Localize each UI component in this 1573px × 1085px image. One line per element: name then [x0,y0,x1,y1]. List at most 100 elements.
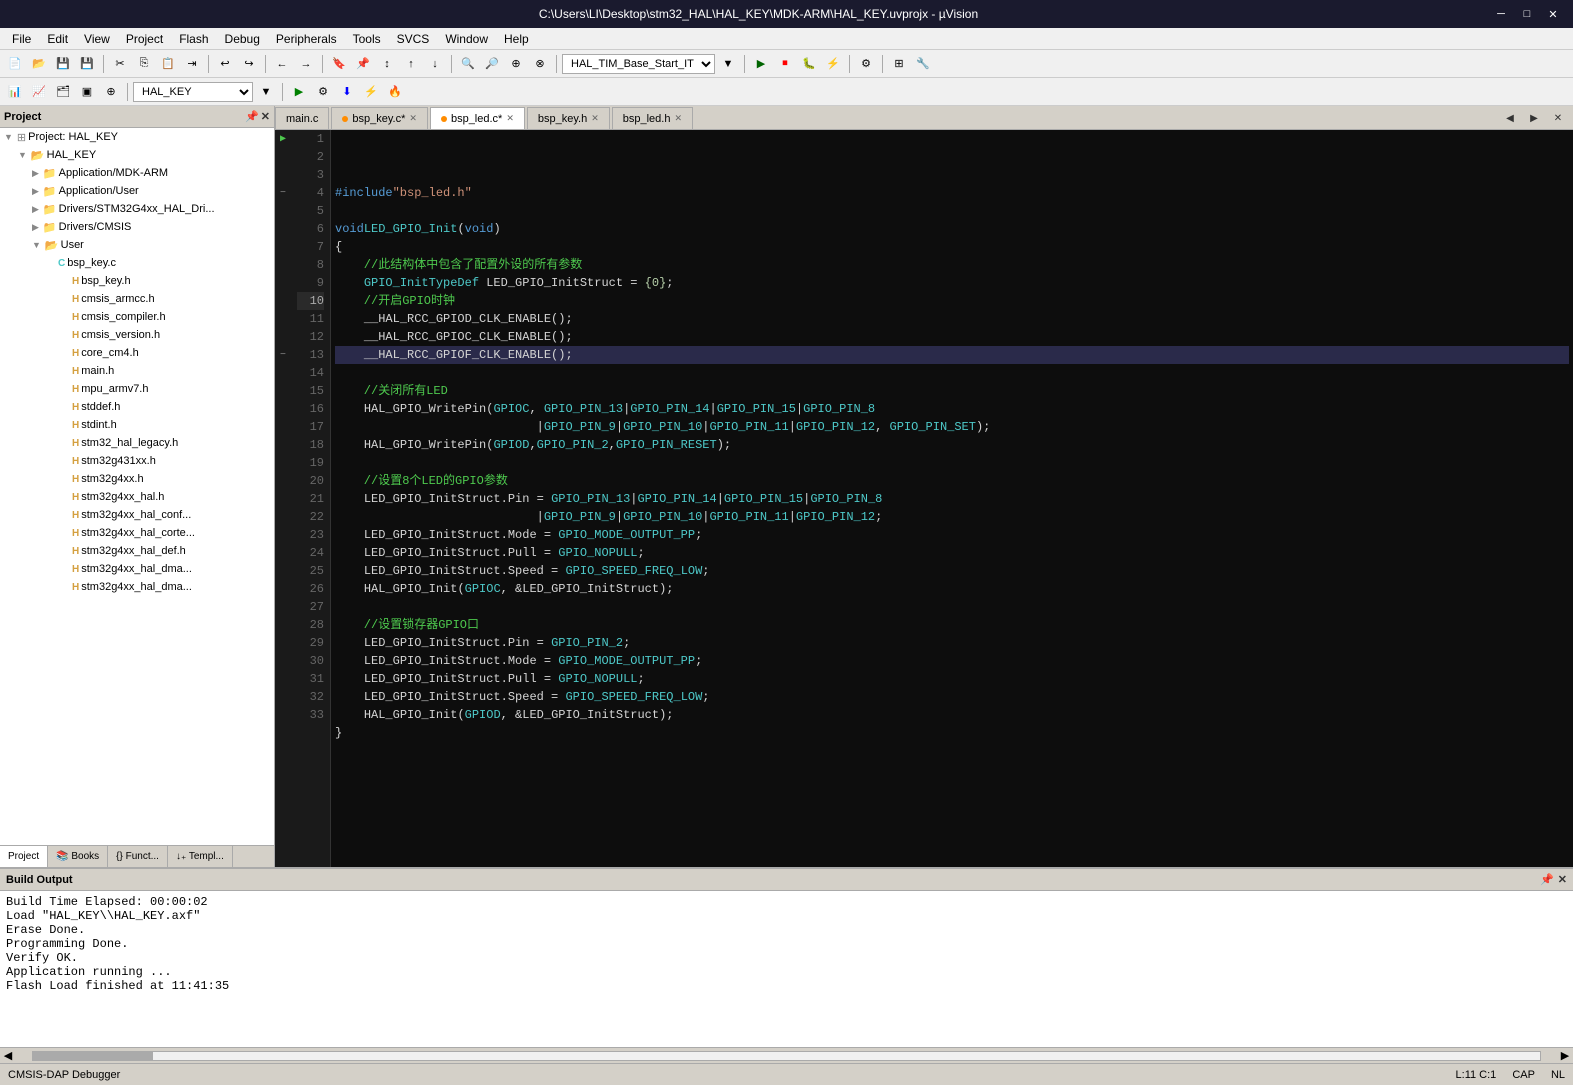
close-button[interactable]: ✕ [1541,4,1565,24]
sidebar-tab-functions[interactable]: {} Funct... [108,846,168,867]
tree-item-bsp-key-h[interactable]: H bsp_key.h [0,272,274,290]
open-btn[interactable]: 📂 [28,53,50,75]
menu-debug[interactable]: Debug [217,28,268,50]
tree-item-stddef-h[interactable]: H stddef.h [0,398,274,416]
tree-item-cmsis-version-h[interactable]: H cmsis_version.h [0,326,274,344]
windows-btn[interactable]: ⊞ [888,53,910,75]
new-file-btn[interactable]: 📄 [4,53,26,75]
tab-main-c[interactable]: main.c [275,107,329,129]
build-pin-icon[interactable]: 📌 [1540,873,1554,886]
stop-btn[interactable]: ⏹ [774,53,796,75]
tree-item-stdint-h[interactable]: H stdint.h [0,416,274,434]
flash-btn[interactable]: ⚡ [822,53,844,75]
find-btn[interactable]: 🔍 [457,53,479,75]
tab-close-all[interactable]: ✕ [1547,107,1569,129]
tab-bsp-led-h-close[interactable]: ✕ [674,113,682,124]
pin-icon[interactable]: 📌 [245,110,259,123]
bookmark4-btn[interactable]: ↑ [400,53,422,75]
cut-btn[interactable]: ✂ [109,53,131,75]
maximize-button[interactable]: □ [1515,4,1539,24]
tree-item-project-root[interactable]: ▼⊞ Project: HAL_KEY [0,128,274,146]
tab-bsp-key-h-close[interactable]: ✕ [591,113,599,124]
save-all-btn[interactable]: 💾 [76,53,98,75]
hscroll-thumb[interactable] [33,1052,153,1060]
tree-item-stm32g4xx-hal-def-h[interactable]: H stm32g4xx_hal_def.h [0,542,274,560]
tab-bsp-led-c[interactable]: bsp_led.c* ✕ [430,107,525,129]
tb2-btn4[interactable]: ▣ [76,81,98,103]
collapse-4[interactable]: − [275,184,291,202]
bookmark-btn[interactable]: 🔖 [328,53,350,75]
tb2-flash2[interactable]: ⚡ [360,81,382,103]
dropdown-arrow[interactable]: ▼ [717,53,739,75]
tree-item-drivers-cmsis[interactable]: ▶📁 Drivers/CMSIS [0,218,274,236]
tb2-run[interactable]: ▶ [288,81,310,103]
menu-help[interactable]: Help [496,28,537,50]
tab-bsp-key-c-close[interactable]: ✕ [409,113,417,124]
sidebar-close-icon[interactable]: ✕ [261,110,270,123]
tab-bsp-key-h[interactable]: bsp_key.h ✕ [527,107,610,129]
find4-btn[interactable]: ⊗ [529,53,551,75]
code-editor[interactable]: ▶ − − 1234567891011121314151617181920212… [275,130,1573,867]
settings-btn[interactable]: ⚙ [855,53,877,75]
tab-scroll-right[interactable]: ▶ [1523,107,1545,129]
menu-project[interactable]: Project [118,28,171,50]
sidebar-tab-books[interactable]: 📚 Books [48,846,108,867]
tb2-compile[interactable]: ⚙ [312,81,334,103]
fwd-btn[interactable]: → [295,53,317,75]
tb2-flash3[interactable]: 🔥 [384,81,406,103]
tree-item-stm32g4xx-hal-dma2-h[interactable]: H stm32g4xx_hal_dma... [0,578,274,596]
undo-btn[interactable]: ↩ [214,53,236,75]
back-btn[interactable]: ← [271,53,293,75]
project-dropdown[interactable]: HAL_KEY [133,82,253,102]
tree-item-bsp-key-c[interactable]: C bsp_key.c [0,254,274,272]
find2-btn[interactable]: 🔎 [481,53,503,75]
tree-item-stm32g4xx-hal-corte-h[interactable]: H stm32g4xx_hal_corte... [0,524,274,542]
paste-btn[interactable]: 📋 [157,53,179,75]
sidebar-tab-project[interactable]: Project [0,846,48,867]
menu-edit[interactable]: Edit [39,28,76,50]
indent-btn[interactable]: ⇥ [181,53,203,75]
tree-item-drivers-stm32[interactable]: ▶📁 Drivers/STM32G4xx_HAL_Dri... [0,200,274,218]
menu-tools[interactable]: Tools [345,28,389,50]
tb2-btn3[interactable]: 🗂 [52,81,74,103]
menu-svcs[interactable]: SVCS [389,28,438,50]
tree-item-mpu-armv7-h[interactable]: H mpu_armv7.h [0,380,274,398]
tree-item-core-cm4-h[interactable]: H core_cm4.h [0,344,274,362]
menu-flash[interactable]: Flash [171,28,216,50]
tree-item-user[interactable]: ▼📂 User [0,236,274,254]
tree-item-hal-key[interactable]: ▼📂 HAL_KEY [0,146,274,164]
tb2-btn5[interactable]: ⊕ [100,81,122,103]
tree-item-stm32-hal-legacy-h[interactable]: H stm32_hal_legacy.h [0,434,274,452]
menu-view[interactable]: View [76,28,118,50]
bookmark2-btn[interactable]: 📌 [352,53,374,75]
bookmark5-btn[interactable]: ↓ [424,53,446,75]
tree-item-cmsis-armcc-h[interactable]: H cmsis_armcc.h [0,290,274,308]
tree-item-cmsis-compiler-h[interactable]: H cmsis_compiler.h [0,308,274,326]
tree-item-main-h[interactable]: H main.h [0,362,274,380]
tree-item-stm32g4xx-hal-h[interactable]: H stm32g4xx_hal.h [0,488,274,506]
debug-btn[interactable]: 🐛 [798,53,820,75]
tree-item-app-mdk[interactable]: ▶📁 Application/MDK-ARM [0,164,274,182]
hscroll-track[interactable] [32,1051,1541,1061]
project-dd-arrow[interactable]: ▼ [255,81,277,103]
run-btn[interactable]: ▶ [750,53,772,75]
tree-item-stm32g4xx-h[interactable]: H stm32g4xx.h [0,470,274,488]
save-btn[interactable]: 💾 [52,53,74,75]
menu-file[interactable]: File [4,28,39,50]
tab-bsp-led-c-close[interactable]: ✕ [506,113,514,124]
hscroll-left-btn[interactable]: ◀ [0,1048,16,1064]
hscroll-right-btn[interactable]: ▶ [1557,1048,1573,1064]
bookmark3-btn[interactable]: ↕ [376,53,398,75]
tb2-btn1[interactable]: 📊 [4,81,26,103]
target-dropdown[interactable]: HAL_TIM_Base_Start_IT [562,54,715,74]
collapse-13[interactable]: − [275,346,291,364]
tab-bsp-led-h[interactable]: bsp_led.h ✕ [612,107,693,129]
redo-btn[interactable]: ↪ [238,53,260,75]
menu-peripherals[interactable]: Peripherals [268,28,345,50]
build-close-icon[interactable]: ✕ [1558,873,1567,886]
tab-scroll-left[interactable]: ◀ [1499,107,1521,129]
tb2-flash-dl[interactable]: ⬇ [336,81,358,103]
copy-btn[interactable]: ⎘ [133,53,155,75]
tab-bsp-key-c[interactable]: bsp_key.c* ✕ [331,107,428,129]
menu-window[interactable]: Window [437,28,496,50]
